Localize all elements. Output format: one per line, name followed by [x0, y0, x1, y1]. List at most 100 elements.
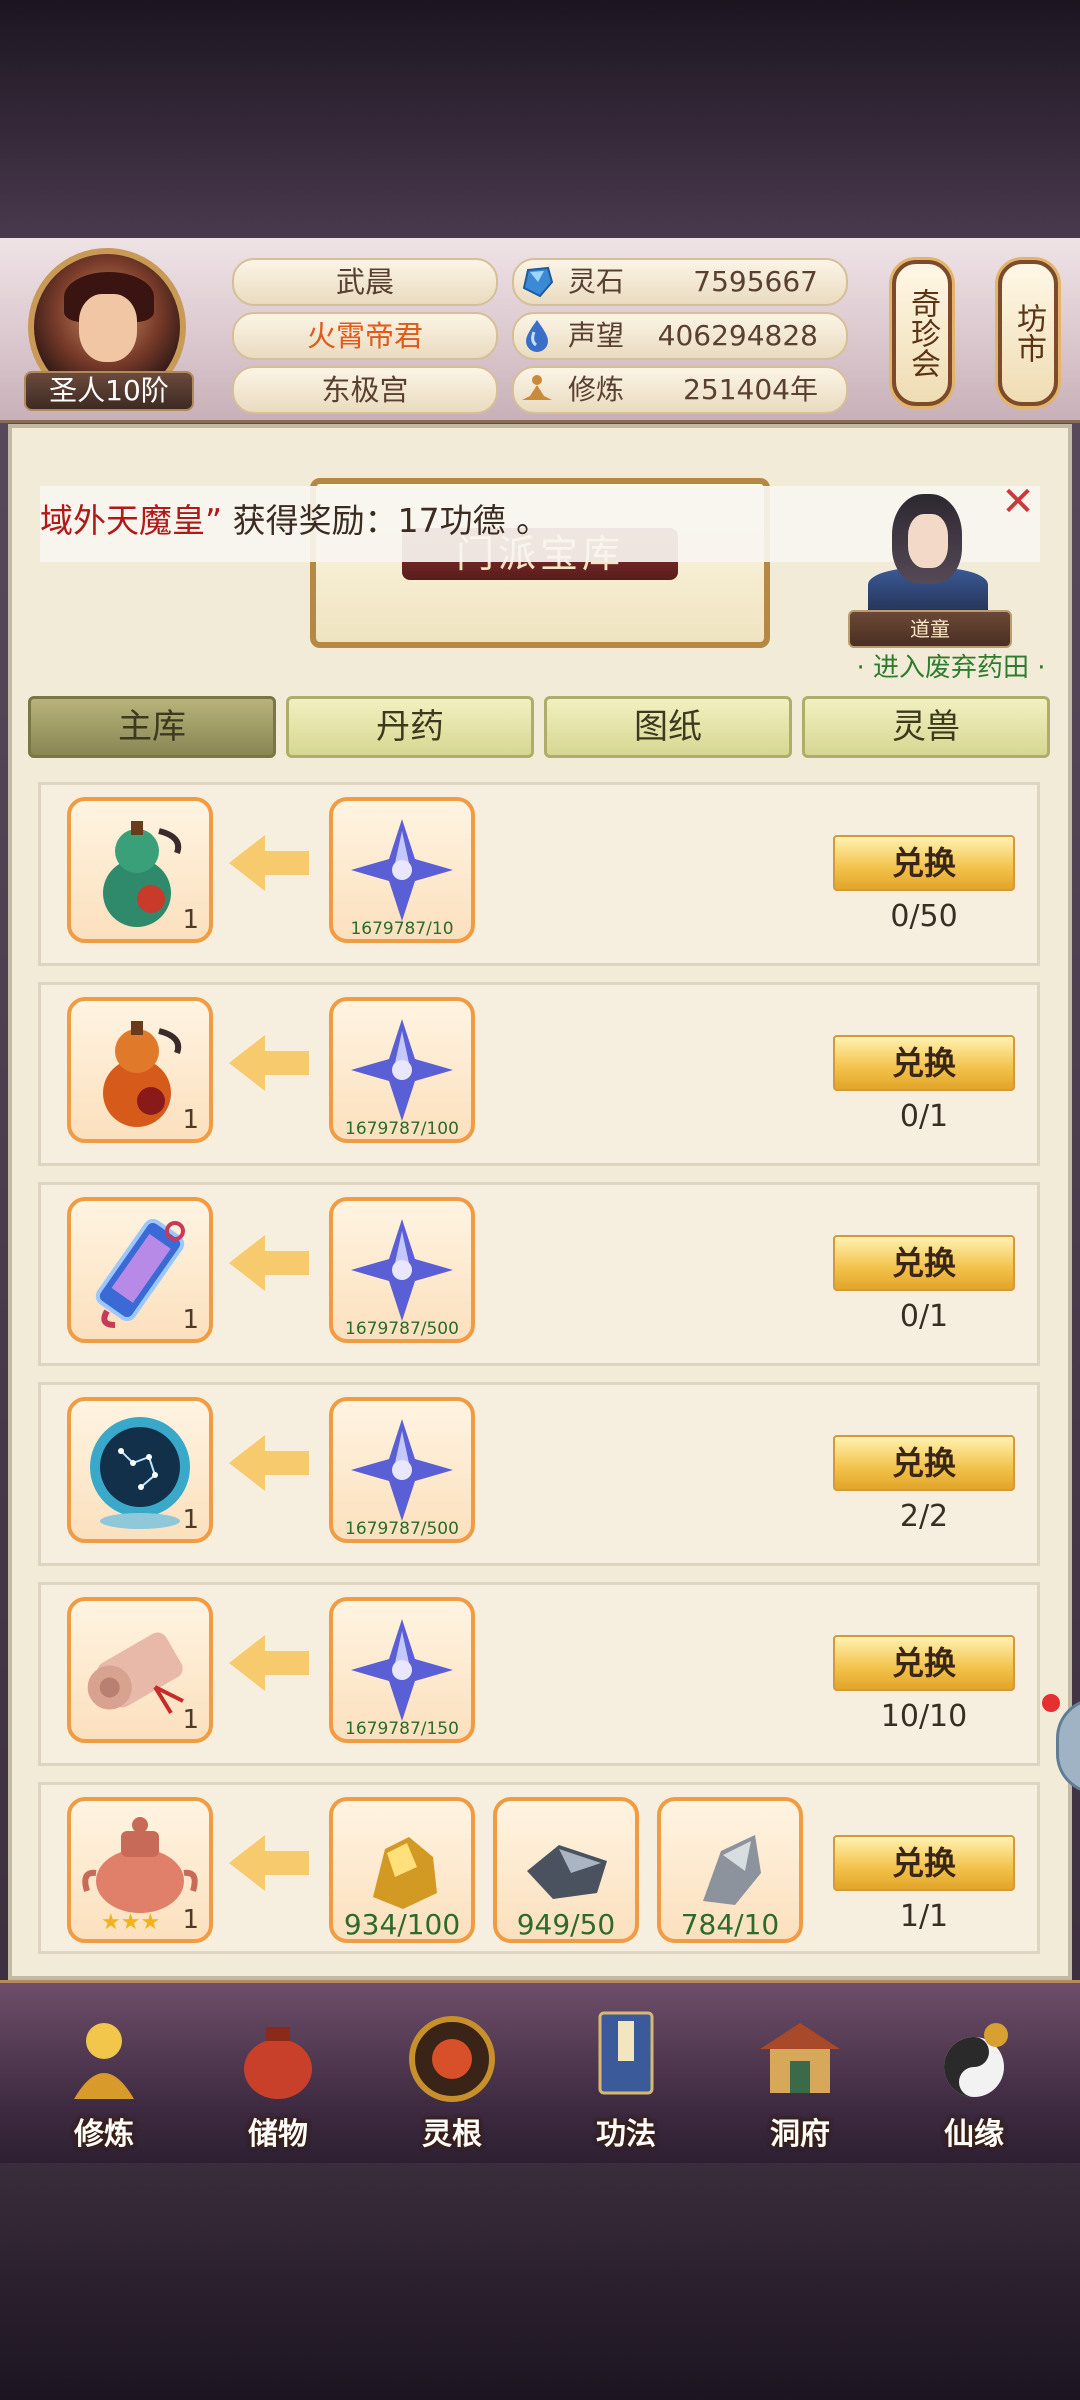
nav-spirit-root[interactable]: 灵根: [372, 1987, 532, 2157]
reward-quantity: 1: [182, 1705, 199, 1735]
exchange-button[interactable]: 兑换: [833, 1035, 1015, 1091]
npc-portrait[interactable]: [858, 486, 998, 610]
reward-slot[interactable]: 1: [67, 1597, 213, 1743]
cost-count: 1679787/500: [345, 1519, 459, 1539]
market-button[interactable]: 坊市: [998, 260, 1058, 406]
treasure-fair-button[interactable]: 奇珍会: [892, 260, 952, 406]
reward-quantity: 1: [182, 1505, 199, 1535]
exchange-button[interactable]: 兑换: [833, 1235, 1015, 1291]
exchange-button[interactable]: 兑换: [833, 1435, 1015, 1491]
exchange-row: 1 1679787/150 兑换 10/10: [38, 1582, 1040, 1766]
cost-count: 784/10: [680, 1908, 780, 1941]
meditation-icon: [522, 375, 552, 400]
resource-label: 灵石: [568, 265, 625, 298]
reward-quantity: 1: [182, 905, 199, 935]
prestige-drop-icon: [526, 320, 548, 352]
reward-slot[interactable]: 1: [67, 997, 213, 1143]
exchange-row: 1 1679787/500 兑换 2/2: [38, 1382, 1040, 1566]
npc-face: [908, 514, 948, 568]
cost-count: 1679787/150: [345, 1719, 459, 1739]
notice-text: 获得奖励：17功德 。: [232, 501, 550, 540]
exchange-limit: 1/1: [899, 1899, 949, 1934]
resource-label: 声望: [568, 319, 625, 352]
nav-label: 洞府: [770, 2117, 830, 2152]
reward-slot[interactable]: 1: [67, 797, 213, 943]
avatar-face: [79, 294, 137, 362]
spirit-stone-icon: [522, 266, 554, 298]
exchange-limit: 0/1: [899, 1299, 949, 1334]
cost-count: 949/50: [516, 1908, 616, 1941]
resource-value: 251404年: [683, 373, 818, 406]
player-rank: 圣人10阶: [24, 371, 194, 411]
cost-slot[interactable]: 1679787/500: [329, 1397, 475, 1543]
cost-slot[interactable]: 1679787/10: [329, 797, 475, 943]
cost-slot[interactable]: 1679787/500: [329, 1197, 475, 1343]
cost-slot[interactable]: 949/50: [493, 1797, 639, 1943]
enter-herb-field-link[interactable]: · 进入废弃药田 ·: [826, 650, 1076, 686]
nav-immortal-fate[interactable]: 仙缘: [894, 1987, 1054, 2157]
cultivate-monk-icon: [74, 2023, 134, 2099]
resource-value: 7595667: [693, 265, 818, 298]
resource-label: 修炼: [568, 373, 625, 406]
exchange-button[interactable]: 兑换: [833, 1835, 1015, 1891]
player-name: 武晨: [232, 258, 498, 306]
technique-book-icon: [598, 2011, 654, 2095]
nav-cave-house[interactable]: 洞府: [720, 1987, 880, 2157]
resource-spirit-stone: 灵石 7595667: [512, 258, 848, 306]
nav-label: 灵根: [422, 2117, 482, 2152]
reward-slot[interactable]: ★★★ 1: [67, 1797, 213, 1943]
spirit-root-icon: [409, 2016, 495, 2102]
player-sect: 东极宫: [232, 366, 498, 414]
arrow-left-icon: [229, 1835, 309, 1891]
tab-main-vault[interactable]: 主库: [28, 696, 276, 758]
nav-label: 修炼: [74, 2117, 134, 2152]
immortal-fate-icon: [944, 2023, 1008, 2097]
arrow-left-icon: [229, 835, 309, 891]
resource-prestige: 声望 406294828: [512, 312, 848, 360]
nav-label: 储物: [248, 2117, 308, 2152]
cost-slot[interactable]: 934/100: [329, 1797, 475, 1943]
bottom-nav: 修炼 储物 灵根 功法 洞府 仙缘: [0, 1980, 1080, 2163]
exchange-row: 1 1679787/100 兑换 0/1: [38, 982, 1040, 1166]
nav-cultivate[interactable]: 修炼: [24, 1987, 184, 2157]
nav-technique[interactable]: 功法: [546, 1987, 706, 2157]
arrow-left-icon: [229, 1435, 309, 1491]
arrow-left-icon: [229, 1035, 309, 1091]
exchange-row: 1 1679787/500 兑换 0/1: [38, 1182, 1040, 1366]
nav-label: 功法: [596, 2117, 656, 2152]
player-status-bar: 圣人10阶 武晨 火霄帝君 东极宫 灵石 7595667 声望 40629482…: [0, 238, 1080, 423]
nav-storage[interactable]: 储物: [198, 1987, 358, 2157]
exchange-limit: 2/2: [899, 1499, 949, 1534]
reward-slot[interactable]: 1: [67, 1397, 213, 1543]
svg-text:★★★: ★★★: [101, 1910, 160, 1935]
tab-blueprints[interactable]: 图纸: [544, 696, 792, 758]
reward-quantity: 1: [182, 1305, 199, 1335]
nav-label: 仙缘: [944, 2117, 1004, 2152]
exchange-row: 1 1679787/10 兑换 0/50: [38, 782, 1040, 966]
tab-pills[interactable]: 丹药: [286, 696, 534, 758]
cost-slot[interactable]: 1679787/150: [329, 1597, 475, 1743]
cost-slot[interactable]: 784/10: [657, 1797, 803, 1943]
resource-value: 406294828: [657, 319, 818, 352]
exchange-limit: 0/50: [890, 899, 958, 934]
reward-slot[interactable]: 1: [67, 1197, 213, 1343]
exchange-row: ★★★ 1 934/100 949/50 784/10 兑换 1/1: [38, 1782, 1040, 1954]
cost-count: 934/100: [343, 1908, 461, 1941]
tab-spirit-beasts[interactable]: 灵兽: [802, 696, 1050, 758]
cost-count: 1679787/500: [345, 1319, 459, 1339]
exchange-button[interactable]: 兑换: [833, 1635, 1015, 1691]
npc-tag: 道童: [848, 610, 1012, 648]
player-title: 火霄帝君: [232, 312, 498, 360]
notice-highlight: 域外天魔皇”: [40, 501, 223, 540]
storage-bag-icon: [244, 2027, 312, 2099]
close-icon[interactable]: ✕: [1000, 482, 1036, 522]
notification-dot: [1042, 1694, 1060, 1712]
exchange-button[interactable]: 兑换: [833, 835, 1015, 891]
exchange-limit: 0/1: [899, 1099, 949, 1134]
cost-slot[interactable]: 1679787/100: [329, 997, 475, 1143]
arrow-left-icon: [229, 1635, 309, 1691]
reward-quantity: 1: [182, 1905, 199, 1935]
cave-house-icon: [760, 2023, 840, 2093]
exchange-limit: 10/10: [880, 1699, 968, 1734]
resource-cultivation: 修炼 251404年: [512, 366, 848, 414]
